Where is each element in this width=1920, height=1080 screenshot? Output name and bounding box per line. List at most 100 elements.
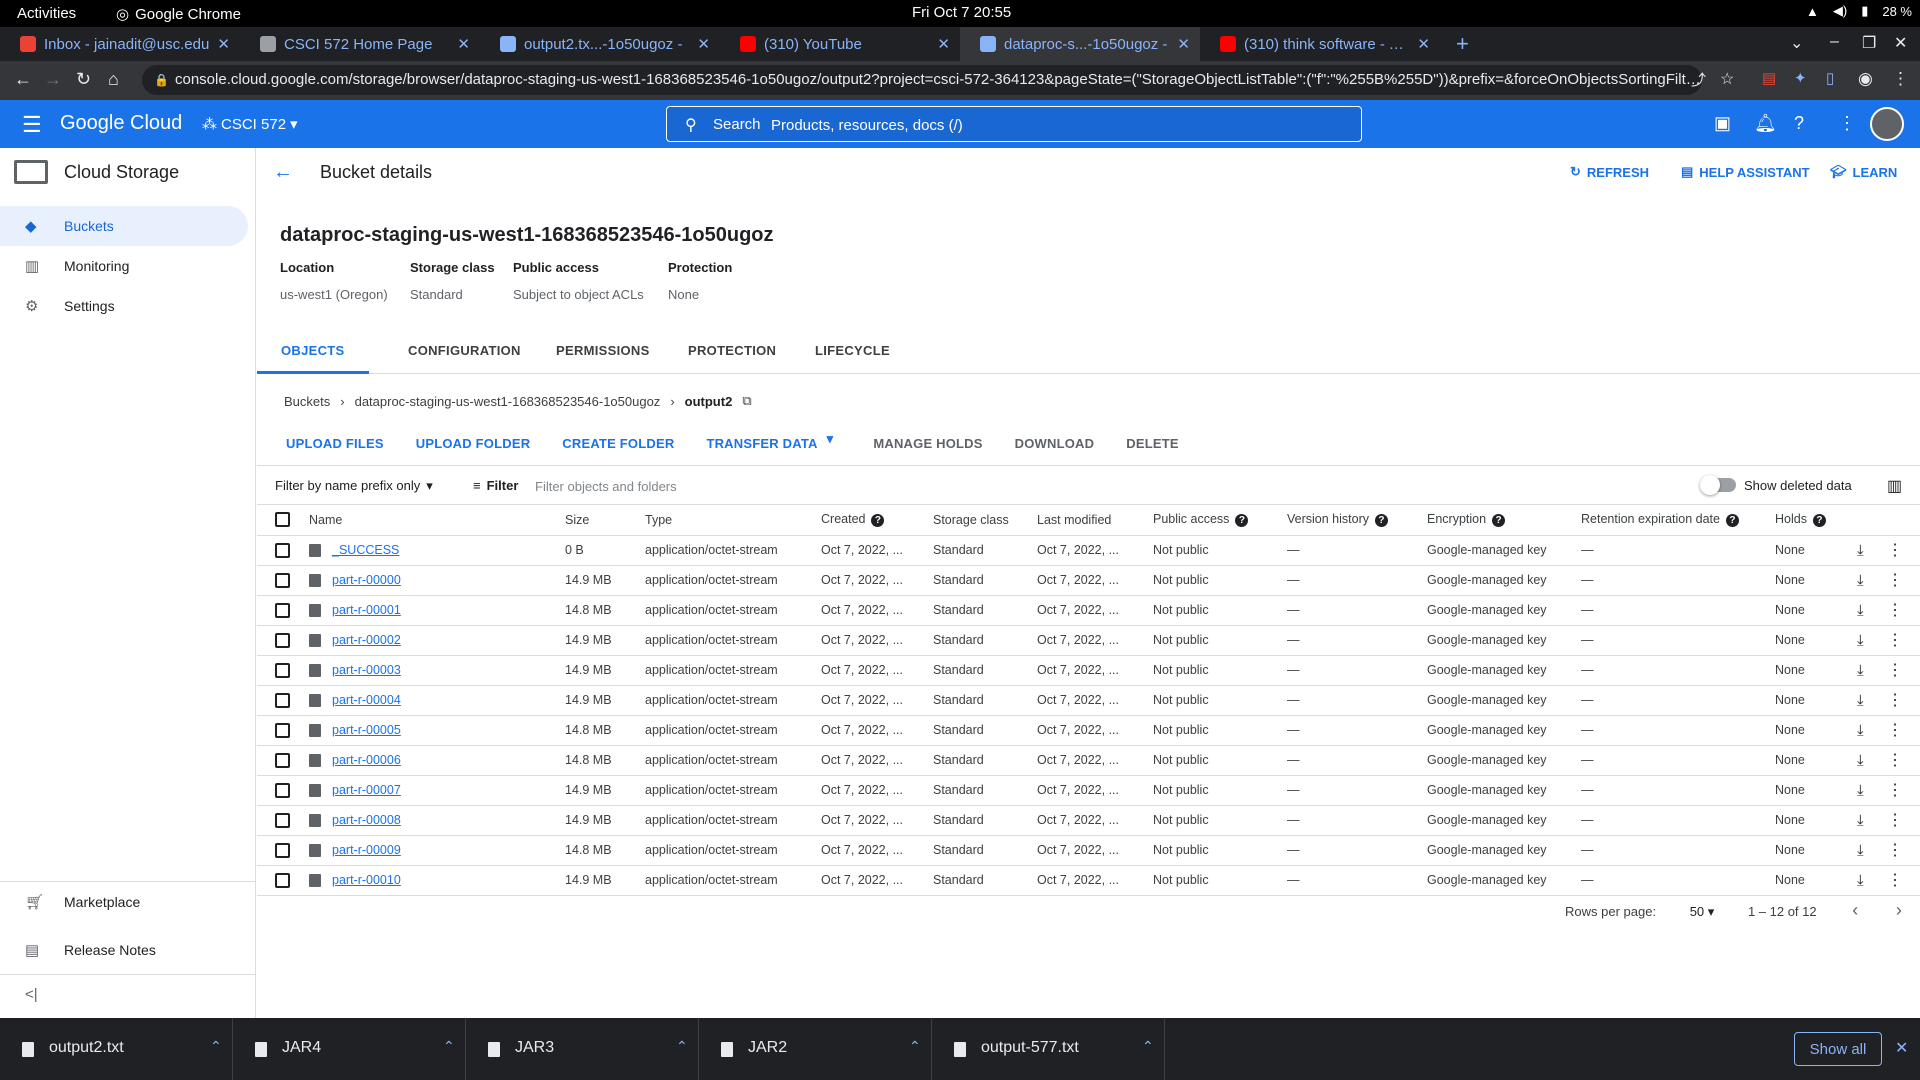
next-page-icon[interactable]: › [1896, 900, 1902, 920]
object-link[interactable]: part-r-00002 [332, 633, 401, 647]
tab-protection[interactable]: PROTECTION [664, 328, 800, 374]
download-cell[interactable]: ⤓ [1857, 745, 1887, 776]
chevron-up-icon[interactable]: ⌃ [909, 1038, 921, 1055]
browser-tab[interactable]: (310) YouTube ✕ [720, 27, 960, 61]
more-options-icon[interactable]: ⋮ [1887, 752, 1903, 769]
checkbox[interactable] [275, 542, 290, 558]
project-picker[interactable]: ⁂ CSCI 572 ▾ [202, 115, 298, 134]
download-icon[interactable]: ⤓ [1857, 722, 1864, 739]
column-display-icon[interactable]: ▥ [1887, 476, 1902, 496]
row-checkbox-cell[interactable] [257, 535, 305, 566]
help-icon[interactable]: ? [1492, 514, 1506, 528]
manage-holds-button[interactable]: MANAGE HOLDS [864, 431, 991, 455]
row-checkbox-cell[interactable] [257, 715, 305, 746]
tab-objects[interactable]: OBJECTS [257, 328, 369, 374]
tab-lifecycle[interactable]: LIFECYCLE [791, 328, 914, 374]
search-input[interactable] [771, 114, 1331, 136]
sidebar-item-release-notes[interactable]: ▤ Release Notes [0, 930, 256, 970]
object-link[interactable]: part-r-00008 [332, 813, 401, 827]
refresh-button[interactable]: ↻ REFRESH [1570, 164, 1649, 180]
help-icon[interactable]: ? [871, 514, 885, 528]
caret-down-icon[interactable]: ▾ [827, 431, 843, 455]
checkbox[interactable] [275, 722, 290, 738]
clock[interactable]: Fri Oct 7 20:55 [912, 4, 1011, 21]
chrome-menu-icon[interactable]: ⋮ [1892, 69, 1909, 89]
checkbox[interactable] [275, 872, 290, 888]
close-tab-icon[interactable]: ✕ [217, 35, 230, 53]
col-holds[interactable]: Holds? [1775, 505, 1857, 536]
activities-button[interactable]: Activities [17, 5, 76, 22]
chevron-up-icon[interactable]: ⌃ [1142, 1038, 1154, 1055]
more-cell[interactable]: ⋮ [1887, 715, 1920, 746]
download-cell[interactable]: ⤓ [1857, 775, 1887, 806]
object-link[interactable]: part-r-00009 [332, 843, 401, 857]
browser-tab[interactable]: CSCI 572 Home Page ✕ [240, 27, 480, 61]
chevron-up-icon[interactable]: ⌃ [210, 1038, 222, 1055]
download-item[interactable]: output-577.txt ⌃ [932, 1018, 1165, 1080]
more-options-icon[interactable]: ⋮ [1887, 542, 1903, 559]
row-checkbox-cell[interactable] [257, 625, 305, 656]
download-button[interactable]: DOWNLOAD [1006, 431, 1104, 455]
close-tab-icon[interactable]: ✕ [457, 35, 470, 53]
more-cell[interactable]: ⋮ [1887, 805, 1920, 836]
chevron-up-icon[interactable]: ⌃ [443, 1038, 455, 1055]
download-icon[interactable]: ⤓ [1857, 752, 1864, 769]
more-cell[interactable]: ⋮ [1887, 745, 1920, 776]
forward-icon[interactable]: → [44, 69, 62, 90]
delete-button[interactable]: DELETE [1117, 431, 1187, 455]
checkbox[interactable] [275, 512, 290, 528]
download-cell[interactable]: ⤓ [1857, 595, 1887, 626]
collapse-sidebar-button[interactable]: <| [0, 974, 256, 1014]
checkbox[interactable] [275, 782, 290, 798]
download-icon[interactable]: ⤓ [1857, 782, 1864, 799]
more-cell[interactable]: ⋮ [1887, 565, 1920, 596]
sidebar-item-settings[interactable]: ⚙ Settings [0, 286, 256, 326]
breadcrumb-bucket[interactable]: dataproc-staging-us-west1-168368523546-1… [355, 394, 661, 409]
row-checkbox-cell[interactable] [257, 685, 305, 716]
col-public-access[interactable]: Public access? [1153, 505, 1287, 536]
col-created[interactable]: Created? [821, 505, 933, 536]
more-options-icon[interactable]: ⋮ [1887, 722, 1903, 739]
col-size[interactable]: Size [565, 505, 645, 536]
object-link[interactable]: part-r-00006 [332, 753, 401, 767]
breadcrumb-buckets[interactable]: Buckets [284, 394, 330, 409]
checkbox[interactable] [275, 842, 290, 858]
filter-mode-select[interactable]: Filter by name prefix only ▾ [275, 478, 433, 494]
col-last-modified[interactable]: Last modified [1037, 505, 1153, 536]
col-retention[interactable]: Retention expiration date? [1581, 505, 1775, 536]
download-item[interactable]: JAR3 ⌃ [466, 1018, 699, 1080]
download-cell[interactable]: ⤓ [1857, 715, 1887, 746]
checkbox[interactable] [275, 632, 290, 648]
create-folder-button[interactable]: CREATE FOLDER [553, 431, 683, 455]
close-tab-icon[interactable]: ✕ [697, 35, 710, 53]
google-cloud-logo[interactable]: Google Cloud [60, 112, 182, 135]
download-cell[interactable]: ⤓ [1857, 625, 1887, 656]
filter-button[interactable]: ≡ Filter [473, 478, 518, 493]
more-options-icon[interactable]: ⋮ [1887, 602, 1903, 619]
help-icon[interactable]: ? [1235, 514, 1249, 528]
more-options-icon[interactable]: ⋮ [1887, 842, 1903, 859]
more-cell[interactable]: ⋮ [1887, 835, 1920, 866]
reload-icon[interactable]: ↻ [76, 69, 91, 90]
download-icon[interactable]: ⤓ [1857, 572, 1864, 589]
col-storage-class[interactable]: Storage class [933, 505, 1037, 536]
search-box[interactable]: ⚲ Search [666, 106, 1362, 142]
avatar[interactable] [1870, 107, 1904, 141]
learn-button[interactable]: 🎓︎ LEARN [1830, 164, 1897, 180]
back-arrow-icon[interactable]: ← [273, 161, 293, 184]
download-icon[interactable]: ⤓ [1857, 632, 1864, 649]
row-checkbox-cell[interactable] [257, 835, 305, 866]
close-tab-icon[interactable]: ✕ [937, 35, 950, 53]
copy-icon[interactable]: ⧉ [742, 393, 751, 409]
minimize-icon[interactable]: – [1830, 33, 1839, 51]
col-version-history[interactable]: Version history? [1287, 505, 1427, 536]
more-cell[interactable]: ⋮ [1887, 775, 1920, 806]
checkbox[interactable] [275, 662, 290, 678]
prev-page-icon[interactable]: ‹ [1852, 900, 1858, 920]
help-icon[interactable]: ? [1725, 514, 1739, 528]
more-options-icon[interactable]: ⋮ [1887, 572, 1903, 589]
download-icon[interactable]: ⤓ [1857, 812, 1864, 829]
system-tray[interactable]: ▲ ◀) ▮ 28 % [1806, 3, 1920, 19]
more-options-icon[interactable]: ⋮ [1887, 872, 1903, 889]
maximize-icon[interactable]: ❐ [1862, 33, 1876, 53]
